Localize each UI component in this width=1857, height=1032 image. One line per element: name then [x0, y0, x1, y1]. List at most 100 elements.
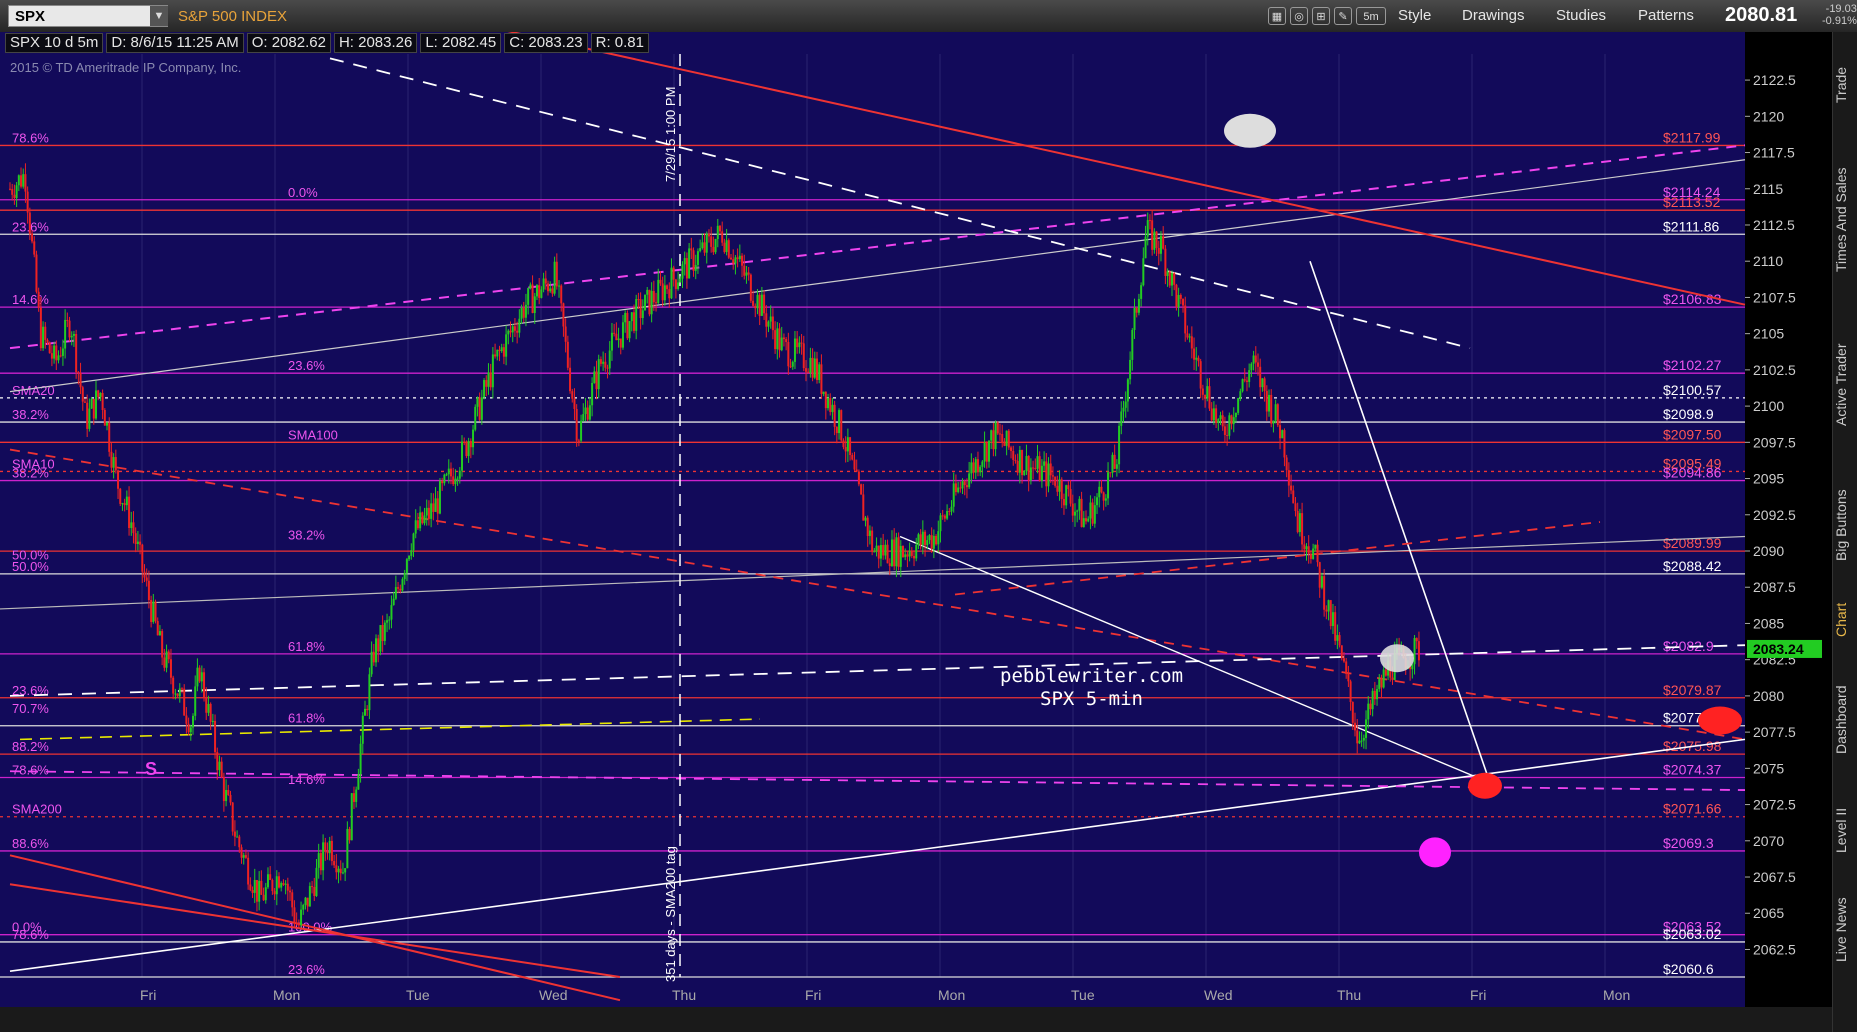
candle-body [161, 631, 164, 658]
patterns-button[interactable]: Patterns [1638, 6, 1694, 26]
candle-body [1316, 544, 1319, 563]
side-tab-trade[interactable]: Trade [1833, 40, 1857, 130]
grid-icon[interactable]: ⊞ [1312, 7, 1330, 25]
candle-body [842, 440, 845, 448]
candle-body [873, 551, 876, 553]
side-tab-level-ii[interactable]: Level II [1833, 790, 1857, 870]
candle-body [275, 876, 278, 895]
candle-body [117, 470, 120, 489]
studies-button[interactable]: Studies [1556, 6, 1606, 26]
candle-body [551, 288, 554, 294]
side-tab-active-trader[interactable]: Active Trader [1833, 310, 1857, 460]
candle-body [227, 789, 230, 795]
candle-body [211, 720, 214, 722]
candle-body [59, 355, 62, 357]
y-tick-label: 2122.5 [1753, 72, 1796, 88]
symbol-input[interactable]: SPX [8, 5, 168, 27]
candle-body [130, 522, 133, 529]
level-label: $2060.6 [1663, 961, 1714, 977]
candle-body [1268, 394, 1271, 412]
fib-label: 88.2% [12, 739, 49, 754]
candle-body [132, 522, 135, 534]
candle-body [564, 326, 567, 342]
calendar-icon[interactable]: ▦ [1268, 7, 1286, 25]
candle-body [1413, 638, 1416, 665]
candle-body [1173, 273, 1176, 285]
candle-body [1036, 456, 1039, 469]
fib-label: 38.2% [12, 407, 49, 422]
candle-body [427, 507, 430, 519]
fib-label: SMA100 [288, 427, 338, 442]
candle-body [1082, 518, 1085, 528]
candle-body [94, 390, 97, 419]
side-tab-big-buttons[interactable]: Big Buttons [1833, 470, 1857, 580]
candle-body [1065, 485, 1068, 506]
candle-body [1210, 408, 1213, 421]
candle-body [295, 922, 298, 925]
candle-body [893, 539, 896, 567]
candle-body [789, 366, 792, 368]
candle-body [37, 291, 40, 308]
candle-body [1014, 459, 1017, 461]
level-label: $2063.02 [1663, 926, 1722, 942]
candle-body [1027, 455, 1030, 481]
candle-body [183, 688, 186, 716]
candle-body [1250, 363, 1253, 371]
candle-body [375, 638, 378, 663]
side-tab-chart[interactable]: Chart [1833, 590, 1857, 650]
y-tick-label: 2107.5 [1753, 289, 1796, 305]
side-tab-dashboard[interactable]: Dashboard [1833, 660, 1857, 780]
candle-body [308, 886, 311, 907]
candle-body [827, 398, 830, 409]
side-tab-times-and-sales[interactable]: Times And Sales [1833, 140, 1857, 300]
timeframe-button[interactable]: 5m [1356, 7, 1386, 25]
candle-body [1096, 497, 1099, 506]
candle-body [985, 442, 988, 462]
candle-body [932, 535, 935, 549]
candle-body [655, 302, 658, 304]
candle-body [410, 550, 413, 556]
candle-body [696, 251, 699, 265]
candle-body [853, 459, 856, 470]
style-button[interactable]: Style [1398, 6, 1431, 26]
candle-body [954, 483, 957, 493]
candle-body [244, 855, 247, 858]
candle-body [452, 476, 455, 485]
candle-body [1190, 336, 1193, 349]
gray-oval-marker [1224, 113, 1276, 148]
candle-body [1151, 220, 1154, 250]
candle-body [282, 883, 285, 885]
candle-body [355, 789, 358, 802]
gray-circle-marker [1380, 644, 1414, 673]
candle-body [1089, 502, 1092, 519]
y-tick-label: 2077.5 [1753, 724, 1796, 740]
side-tab-live-news[interactable]: Live News [1833, 880, 1857, 980]
symbol-dropdown-icon[interactable]: ▼ [150, 6, 168, 26]
candle-body [1003, 442, 1006, 446]
candle-body [1170, 273, 1173, 286]
candle-body [1071, 503, 1074, 516]
candle-body [659, 279, 662, 284]
candle-body [1307, 546, 1310, 554]
candle-body [930, 535, 933, 549]
fib-label: 78.6% [12, 762, 49, 777]
settings-icon[interactable]: ◎ [1290, 7, 1308, 25]
candle-body [366, 708, 369, 711]
chart-area[interactable]: Fri Mon Tue Wed Thu Fri Mon Tue Wed Thu Fri Mon 2122… [0, 28, 1857, 1032]
candle-body [271, 879, 274, 892]
candle-body [1018, 449, 1021, 473]
candle-body [725, 240, 728, 253]
wrench-icon[interactable]: ✎ [1334, 7, 1352, 25]
candle-body [1318, 562, 1321, 588]
candle-body [560, 285, 563, 304]
scroll-bar[interactable] [0, 1007, 1832, 1032]
candle-body [467, 440, 470, 457]
candle-body [57, 355, 60, 361]
candle-body [494, 354, 497, 357]
candle-body [348, 828, 351, 841]
drawings-button[interactable]: Drawings [1462, 6, 1525, 26]
candle-body [236, 836, 239, 838]
price-chart[interactable]: Fri Mon Tue Wed Thu Fri Mon Tue Wed Thu Fri Mon 2122… [0, 28, 1832, 1007]
s-marker: S [145, 759, 157, 779]
candle-body [1290, 485, 1293, 491]
